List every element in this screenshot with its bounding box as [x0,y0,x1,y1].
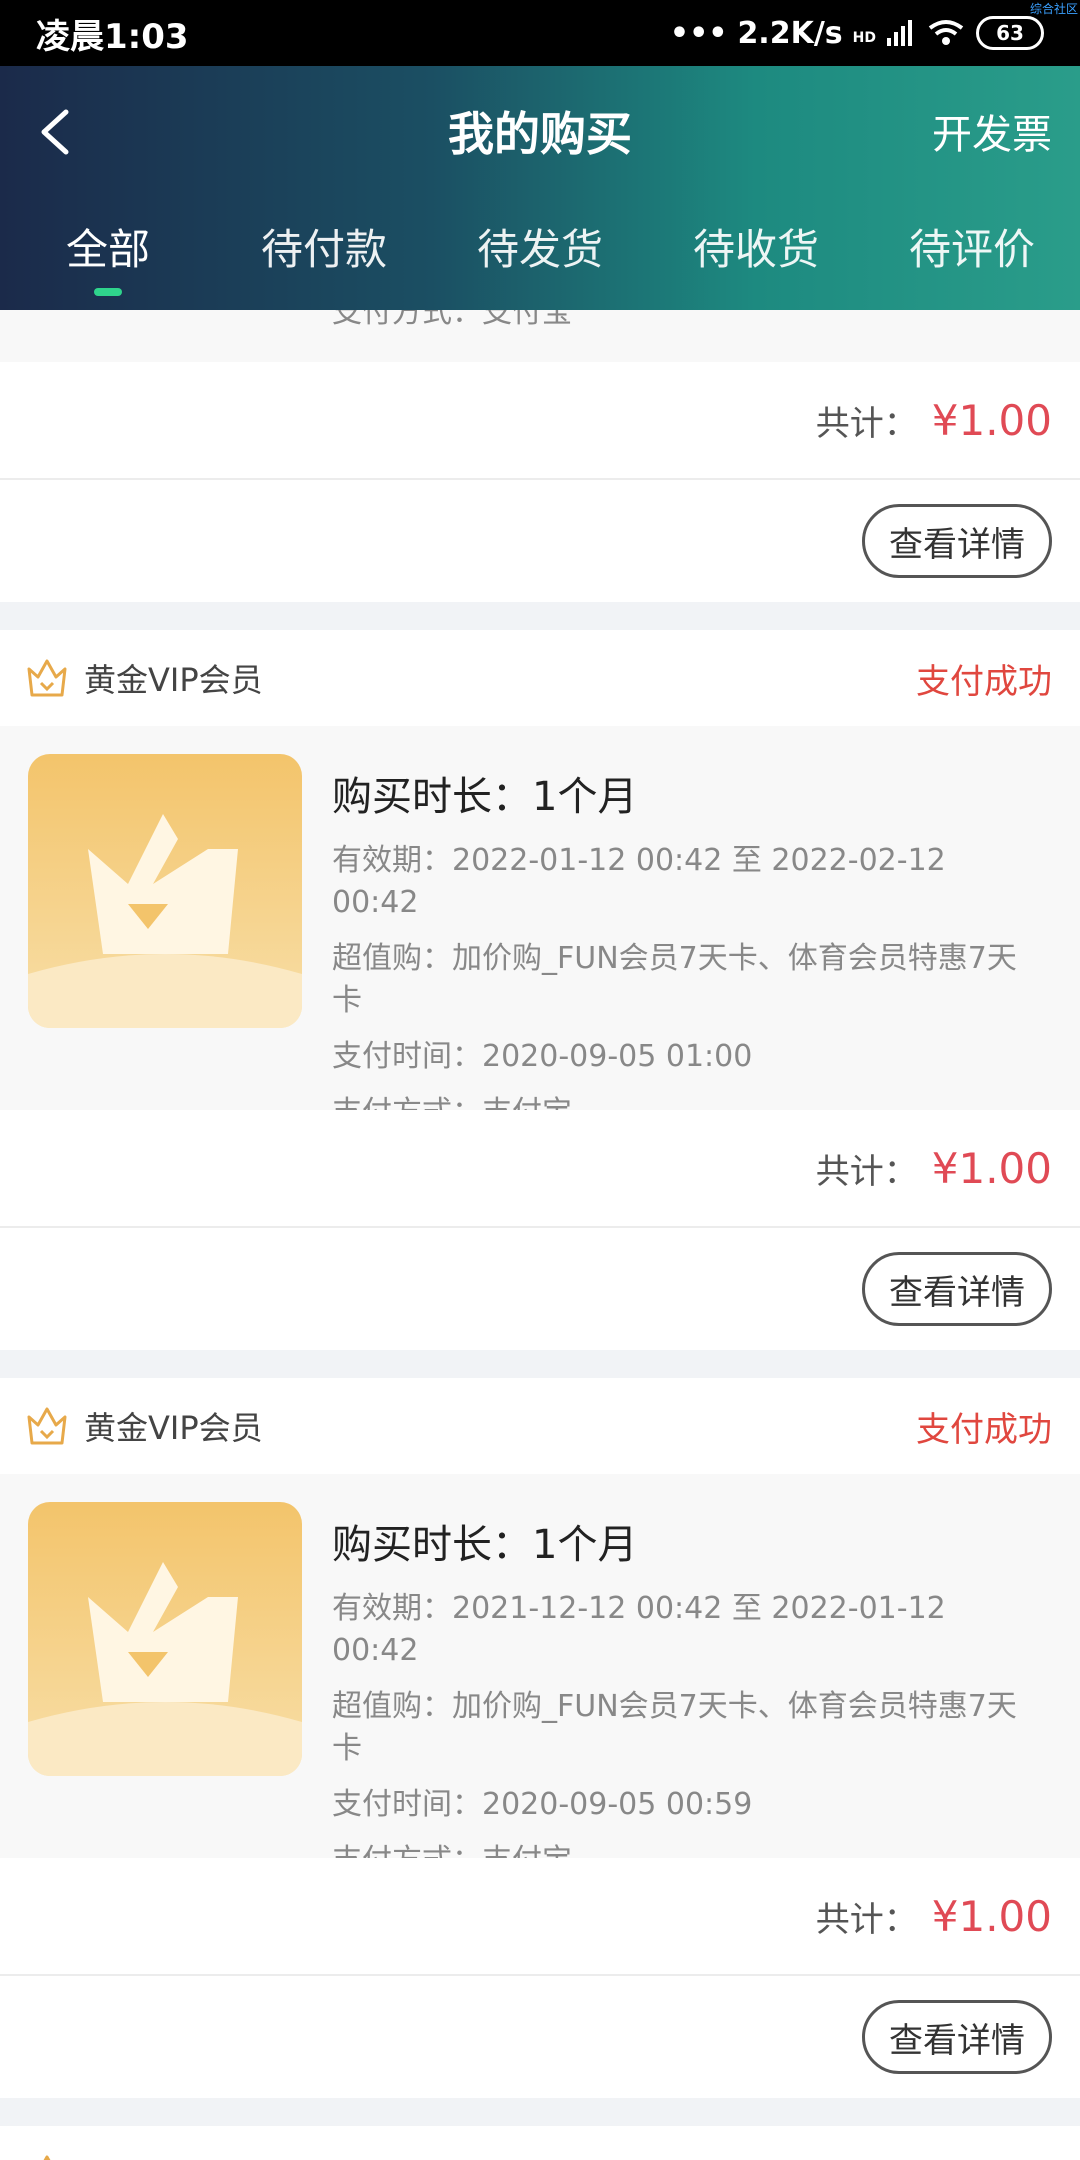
divider [0,602,1080,630]
divider [0,1350,1080,1378]
order-total-row: 共计： ¥1.00 [0,362,1080,480]
order-product-name: 黄金VIP会员 [84,1409,263,1447]
corner-watermark: 综合社区 [1029,2,1078,16]
order-info: 购买时长：1个月 有效期：2022-01-12 00:42 至 2022-02-… [332,764,1040,1148]
total-label: 共计： [815,403,918,444]
order-body[interactable]: 购买时长：1个月 有效期：2022-01-12 00:42 至 2022-02-… [0,726,1080,1130]
vip-thumbnail [28,754,302,1028]
order-action-row: 查看详情 [0,1228,1080,1350]
order-action-row: 查看详情 [0,480,1080,602]
view-details-button[interactable]: 查看详情 [862,2000,1052,2074]
bonus-items: 超值购：加价购_FUN会员7天卡、体育会员特惠7天卡 [332,1689,1017,1766]
order-body[interactable]: 购买时长：1个月 有效期：2021-12-12 00:42 至 2022-01-… [0,1474,1080,1878]
tab-label: 待收货 [692,225,819,274]
dots-icon: ••• [669,15,728,51]
page-title: 我的购买 [448,107,632,161]
invoice-button[interactable]: 开发票 [932,102,1052,160]
order-info: 购买时长：1个月 有效期：2021-12-12 00:42 至 2022-01-… [332,1512,1040,1896]
tab-label: 待评价 [908,225,1035,274]
payment-time: 支付时间：2020-09-05 01:00 [332,1039,753,1074]
total-label: 共计： [815,1899,918,1940]
crown-icon [43,2155,51,2160]
order-header [0,2126,1080,2160]
tab-pending-payment[interactable]: 待付款 [216,216,432,306]
total-value: ¥1.00 [931,1891,1052,1941]
vip-thumbnail [28,1502,302,1776]
signal-icon [887,20,912,46]
status-bar: 凌晨1:03 ••• 2.2K/s HD 63 综合社区 [0,0,1080,66]
order-action-row: 查看详情 [0,1976,1080,2098]
battery-level: 63 [996,21,1024,45]
tab-active-indicator [94,288,122,296]
order-header: 黄金VIP会员 支付成功 [0,630,1080,726]
vip-crown-icon [28,754,302,1028]
bonus-items: 超值购：加价购_FUN会员7天卡、体育会员特惠7天卡 [332,941,1017,1018]
vip-crown-icon [28,1502,302,1776]
tab-pending-review[interactable]: 待评价 [864,216,1080,306]
tab-label: 待付款 [260,225,387,274]
status-indicators: ••• 2.2K/s HD 63 [670,16,1044,51]
wifi-icon [928,20,964,45]
total-label: 共计： [815,1151,918,1192]
tab-label: 待发货 [476,225,603,274]
tab-label: 全部 [65,225,150,274]
purchase-duration: 购买时长：1个月 [332,1522,638,1568]
hd-badge: HD [852,29,876,46]
tab-pending-shipment[interactable]: 待发货 [432,216,648,306]
payment-method: 支付方式：支付宝 [332,310,572,330]
tab-pending-receipt[interactable]: 待收货 [648,216,864,306]
order-header: 黄金VIP会员 支付成功 [0,1378,1080,1474]
purchase-duration: 购买时长：1个月 [332,774,638,820]
crown-icon [27,1407,67,1445]
header: 我的购买 开发票 全部 待付款 待发货 待收货 待评价 [0,66,1080,310]
status-time: 凌晨1:03 [36,16,189,57]
divider [0,2098,1080,2126]
order-total-row: 共计： ¥1.00 [0,1858,1080,1976]
tab-all[interactable]: 全部 [0,216,216,306]
order-total-row: 共计： ¥1.00 [0,1110,1080,1228]
validity-period: 有效期：2022-01-12 00:42 至 2022-02-12 00:42 [332,843,946,920]
network-speed: 2.2K/s [737,15,843,51]
partial-order-body: 支付方式：支付宝 [0,310,1080,362]
tab-bar: 全部 待付款 待发货 待收货 待评价 [0,216,1080,306]
validity-period: 有效期：2021-12-12 00:42 至 2022-01-12 00:42 [332,1591,946,1668]
total-value: ¥1.00 [931,1143,1052,1193]
view-details-button[interactable]: 查看详情 [862,1252,1052,1326]
order-product-name: 黄金VIP会员 [84,661,263,699]
crown-icon [27,659,67,697]
total-value: ¥1.00 [931,395,1052,445]
order-status: 支付成功 [916,661,1052,702]
battery-icon: 63 [976,16,1044,50]
payment-time: 支付时间：2020-09-05 00:59 [332,1787,753,1822]
view-details-button[interactable]: 查看详情 [862,504,1052,578]
order-list[interactable]: 支付方式：支付宝 共计： ¥1.00 查看详情 黄金VIP会员 支付成功 购买时… [0,310,1080,2160]
order-status: 支付成功 [916,1409,1052,1450]
